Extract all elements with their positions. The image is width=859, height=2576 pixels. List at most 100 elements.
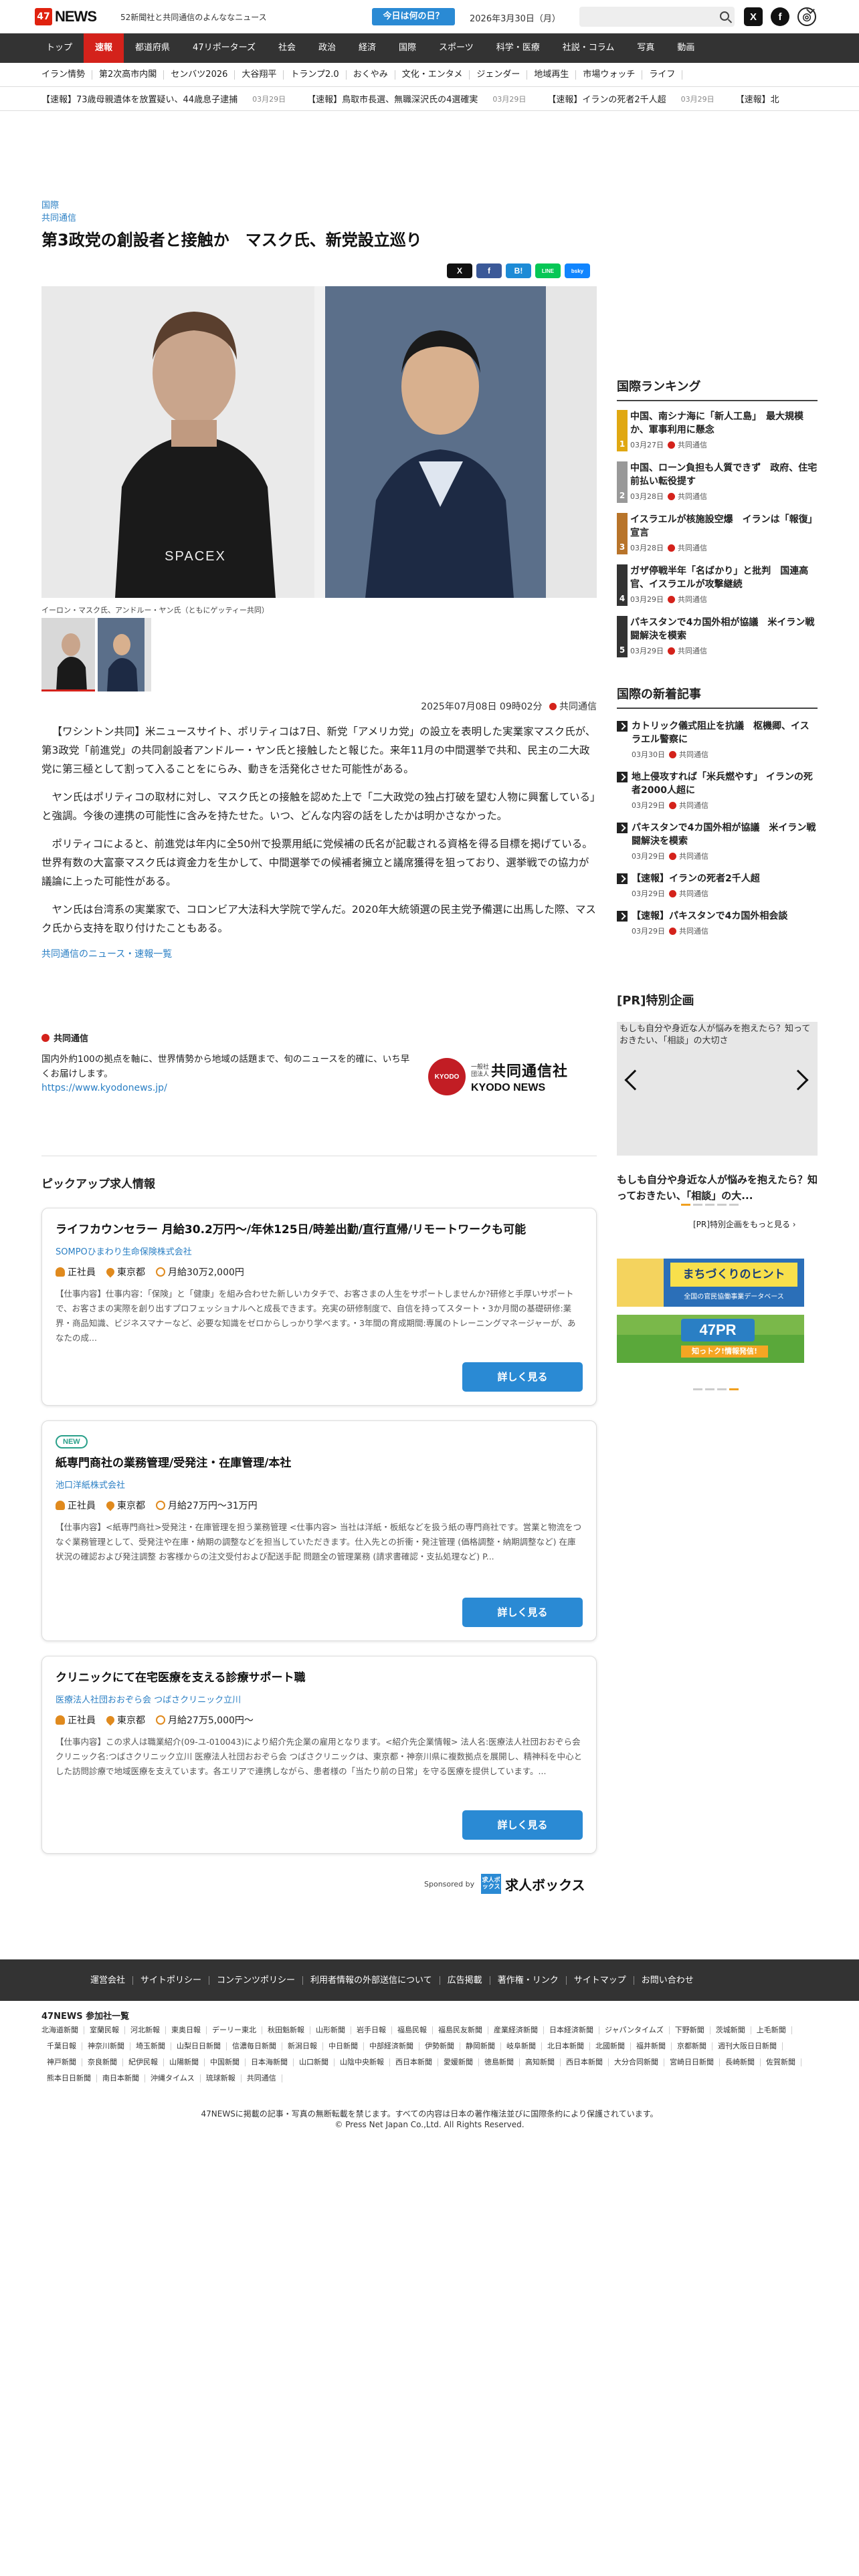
member-newspaper-link[interactable]: 埼玉新聞	[130, 2042, 171, 2050]
member-newspaper-link[interactable]: 福井新聞	[631, 2042, 672, 2050]
member-newspaper-link[interactable]: 中日新聞	[323, 2042, 364, 2050]
thumbnail-musk[interactable]	[41, 618, 95, 691]
member-newspaper-link[interactable]: 徳島新聞	[479, 2058, 520, 2066]
job-title[interactable]: ライフカウンセラー 月給30.2万円〜/年休125日/時差出勤/直行直帰/リモー…	[56, 1222, 583, 1238]
member-newspaper-link[interactable]: 岩手日報	[351, 2026, 392, 2034]
new-article-item[interactable]: パキスタンで4カ国外相が協議 米イラン戦闘解決を模索 03月29日 共同通信	[617, 821, 818, 861]
subnav-item[interactable]: 大谷翔平	[235, 70, 284, 80]
ranking-headline[interactable]: パキスタンで4カ国外相が協議 米イラン戦闘解決を模索	[630, 616, 818, 643]
ticker-headline[interactable]: 【速報】鳥取市長選、無職深沢氏の4選確実	[307, 92, 478, 105]
nav-item[interactable]: 動画	[666, 33, 706, 63]
nav-item[interactable]: 国際	[387, 33, 427, 63]
subnav-item[interactable]: トランプ2.0	[284, 70, 347, 80]
carousel-dot[interactable]	[729, 1204, 739, 1206]
subnav-item[interactable]: センバツ2026	[164, 70, 235, 80]
member-newspaper-link[interactable]: 茨城新聞	[710, 2026, 751, 2034]
footer-link[interactable]: 利用者情報の外部送信について	[303, 1975, 440, 1985]
member-newspaper-link[interactable]: 山形新聞	[310, 2026, 351, 2034]
subnav-item[interactable]: ジェンダー	[470, 70, 528, 80]
member-newspaper-link[interactable]: 北日本新聞	[542, 2042, 590, 2050]
carousel-next-icon[interactable]	[787, 1069, 809, 1091]
thumbnail-yang[interactable]	[98, 618, 151, 691]
machizukuri-banner[interactable]: まちづくりのヒント 全国の官民協働事業データベース	[617, 1259, 804, 1307]
job-details-button[interactable]: 詳しく見る	[462, 1598, 583, 1627]
new-article-headline[interactable]: 【速報】イランの死者2千人超	[632, 872, 818, 885]
member-newspaper-link[interactable]: 東奥日報	[166, 2026, 207, 2034]
carousel-dot[interactable]	[705, 1204, 714, 1206]
search-input[interactable]	[579, 7, 735, 27]
nav-item[interactable]: 47リポーターズ	[181, 33, 267, 63]
footer-link[interactable]: コンテンツポリシー	[209, 1975, 304, 1985]
footer-link[interactable]: サイトポリシー	[133, 1975, 210, 1985]
member-newspaper-link[interactable]: 共同通信	[242, 2074, 282, 2082]
pr-caption[interactable]: もしも自分や身近な人が悩みを抱えたら？知っておきたい、「相談」の大...	[617, 1172, 818, 1204]
member-newspaper-link[interactable]: 日本経済新聞	[544, 2026, 599, 2034]
member-newspaper-link[interactable]: 神戸新聞	[41, 2058, 82, 2066]
footer-link[interactable]: お問い合わせ	[634, 1976, 701, 1985]
today-in-history-button[interactable]: 今日は何の日？	[372, 8, 455, 25]
job-title[interactable]: クリニックにて在宅医療を支える診療サポート職	[56, 1670, 583, 1686]
footer-link[interactable]: 著作権・リンク	[490, 1975, 567, 1985]
kyodo-news-list-link[interactable]: 共同通信のニュース・速報一覧	[41, 947, 597, 960]
member-newspaper-link[interactable]: 千葉日報	[41, 2042, 82, 2050]
carousel-dot[interactable]	[693, 1388, 702, 1390]
job-card[interactable]: クリニックにて在宅医療を支える診療サポート職 医療法人社団おおぞら会 つばさクリ…	[41, 1656, 597, 1854]
subnav-item[interactable]: 文化・エンタメ	[395, 70, 470, 80]
carousel-dot[interactable]	[705, 1388, 714, 1390]
ranking-headline[interactable]: ガザ停戦半年「名ばかり」と批判 国連高官、イスラエルが攻撃継続	[630, 564, 818, 591]
member-newspaper-link[interactable]: 沖縄タイムス	[145, 2074, 201, 2082]
nav-item[interactable]: 速報	[84, 33, 124, 63]
share-bluesky-button[interactable]: bsky	[565, 263, 590, 278]
article-photo[interactable]: SPACEX	[41, 286, 597, 598]
new-article-item[interactable]: カトリック儀式阻止を抗議 枢機卿、イスラエル警察に 03月30日 共同通信	[617, 720, 818, 760]
article-publisher[interactable]: 共同通信	[559, 702, 597, 712]
member-newspaper-link[interactable]: ジャパンタイムズ	[599, 2026, 670, 2034]
member-newspaper-link[interactable]: 秋田魁新報	[262, 2026, 310, 2034]
member-newspaper-link[interactable]: 京都新聞	[672, 2042, 712, 2050]
member-newspaper-link[interactable]: 琉球新報	[201, 2074, 242, 2082]
ticker-item[interactable]: 【速報】73歳母親遺体を放置疑い、44歳息子逮捕 03月29日	[41, 92, 286, 106]
member-newspaper-link[interactable]: 西日本新聞	[561, 2058, 609, 2066]
subnav-item[interactable]: 地域再生	[527, 70, 577, 80]
job-card[interactable]: ライフカウンセラー 月給30.2万円〜/年休125日/時差出勤/直行直帰/リモー…	[41, 1208, 597, 1406]
member-newspaper-link[interactable]: 長崎新聞	[720, 2058, 761, 2066]
pr-carousel-image[interactable]: もしも自分や身近な人が悩みを抱えたら？知っておきたい、「相談」の大切さ	[617, 1022, 818, 1156]
job-details-button[interactable]: 詳しく見る	[462, 1362, 583, 1392]
article-source[interactable]: 共同通信	[41, 212, 597, 225]
member-newspaper-link[interactable]: 室蘭民報	[84, 2026, 125, 2034]
footer-link[interactable]: サイトマップ	[567, 1975, 634, 1985]
member-newspaper-link[interactable]: 福島民報	[392, 2026, 433, 2034]
member-newspaper-link[interactable]: 上毛新聞	[751, 2026, 792, 2034]
member-newspaper-link[interactable]: 中国新聞	[205, 2058, 246, 2066]
member-newspaper-link[interactable]: 山陰中央新報	[335, 2058, 390, 2066]
new-article-headline[interactable]: パキスタンで4カ国外相が協議 米イラン戦闘解決を模索	[632, 821, 818, 848]
carousel-dot[interactable]	[729, 1388, 739, 1390]
share-x-button[interactable]: X	[447, 263, 472, 278]
ticker-item[interactable]: 【速報】北	[736, 92, 779, 105]
member-newspaper-link[interactable]: 西日本新聞	[390, 2058, 438, 2066]
member-newspaper-link[interactable]: 愛媛新聞	[438, 2058, 479, 2066]
pr-more-link[interactable]: [PR]特別企画をもっと見る ›	[693, 1218, 796, 1230]
member-newspaper-link[interactable]: 紀伊民報	[123, 2058, 164, 2066]
subnav-item[interactable]: おくやみ	[347, 70, 395, 80]
facebook-icon[interactable]: f	[771, 7, 789, 26]
sponsor-credit[interactable]: Sponsored by 求人ボックス 求人ボックス	[424, 1874, 585, 1894]
member-newspaper-link[interactable]: 大分合同新聞	[609, 2058, 664, 2066]
member-newspaper-link[interactable]: デーリー東北	[207, 2026, 262, 2034]
share-line-button[interactable]: LINE	[535, 263, 561, 278]
share-hatena-button[interactable]: B!	[506, 263, 531, 278]
carousel-dot[interactable]	[693, 1204, 702, 1206]
search-icon[interactable]	[720, 11, 729, 21]
job-details-button[interactable]: 詳しく見る	[462, 1810, 583, 1840]
ranking-headline[interactable]: 中国、ローン負担も人質できず 政府、住宅前払い転役提す	[630, 461, 818, 488]
member-newspaper-link[interactable]: 北國新聞	[590, 2042, 631, 2050]
carousel-dot[interactable]	[681, 1204, 690, 1206]
member-newspaper-link[interactable]: 北海道新聞	[41, 2026, 84, 2034]
member-newspaper-link[interactable]: 福島民友新聞	[433, 2026, 488, 2034]
share-facebook-button[interactable]: f	[476, 263, 502, 278]
member-newspaper-link[interactable]: 高知新聞	[520, 2058, 561, 2066]
member-newspaper-link[interactable]: 佐賀新聞	[761, 2058, 801, 2066]
carousel-dot[interactable]	[717, 1388, 727, 1390]
member-newspaper-link[interactable]: 岐阜新聞	[501, 2042, 542, 2050]
new-article-headline[interactable]: 【速報】パキスタンで4カ国外相会談	[632, 909, 818, 923]
